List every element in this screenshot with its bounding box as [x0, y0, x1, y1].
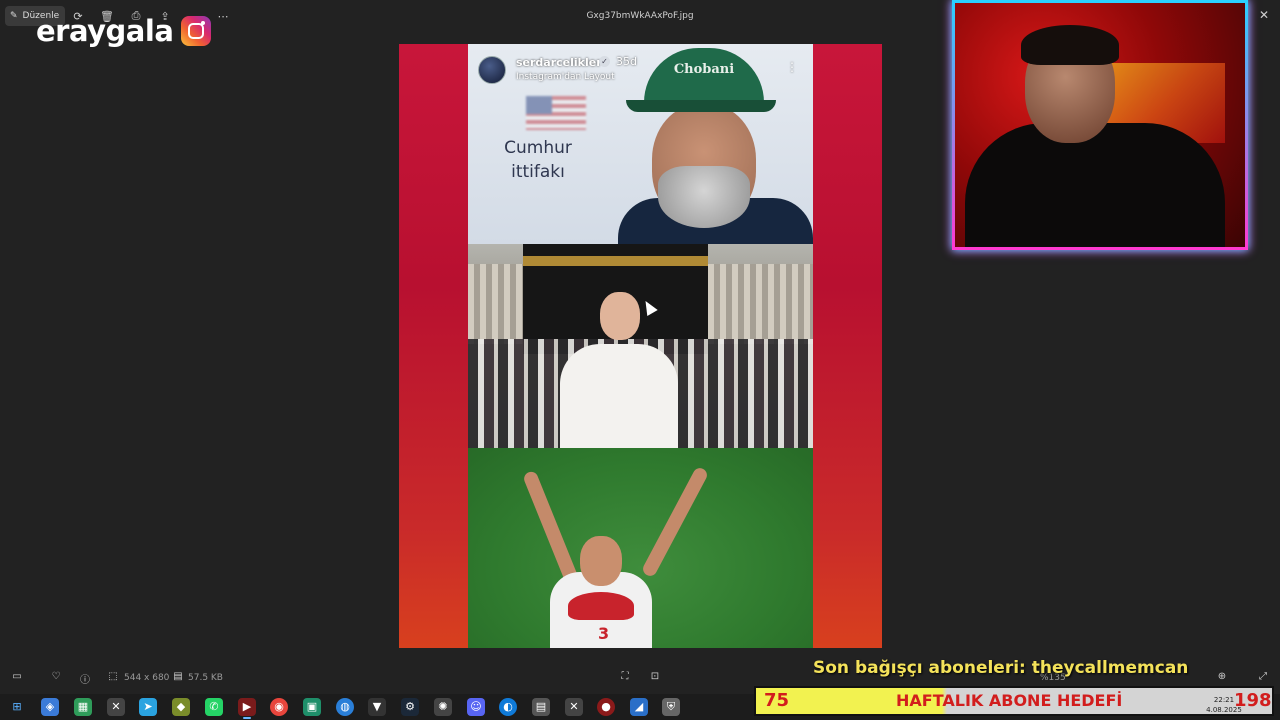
right-arm [640, 465, 710, 579]
fullscreen-icon[interactable]: ⤢ [1256, 671, 1270, 685]
image-dimensions: 544 x 680 [124, 673, 170, 683]
jersey-number: 3 [598, 624, 610, 643]
app-icon-grid[interactable]: ▤ [532, 698, 550, 716]
cap-logo-text: Chobani [673, 62, 735, 77]
chatgpt-icon[interactable]: ✺ [434, 698, 452, 716]
app-icon-x2[interactable]: ✕ [565, 698, 583, 716]
instagram-icon [181, 16, 212, 46]
cap [644, 48, 764, 108]
close-icon[interactable]: ✕ [1257, 8, 1271, 22]
clock-date: 4.08.2025 [1206, 706, 1242, 714]
taskbar-clock[interactable]: 22:21 4.08.2025 [1206, 695, 1242, 715]
copilot-icon[interactable]: ◈ [41, 698, 59, 716]
webcam-overlay [952, 0, 1248, 250]
man-portrait: Chobani [618, 48, 813, 244]
cap-brim [626, 100, 776, 112]
image-canvas[interactable]: Cumhur ittifakı Chobani serdarcelikler ✓… [399, 44, 882, 648]
overlay-caption: Cumhur ittifakı [498, 136, 578, 184]
folder-app-icon[interactable]: ◆ [172, 698, 190, 716]
instagram-post: Cumhur ittifakı Chobani serdarcelikler ✓… [468, 44, 813, 648]
subscriber-goal-bar: 75 HAFTALIK ABONE HEDEFİ 198 [754, 686, 1274, 716]
windows-start-icon[interactable]: ⊞ [8, 698, 26, 716]
fit-screen-icon[interactable]: ⛶ [618, 671, 632, 685]
left-arm [522, 469, 580, 587]
player-head [580, 536, 622, 586]
app-icon-x[interactable]: ✕ [107, 698, 125, 716]
goal-current: 75 [764, 690, 790, 711]
beard [658, 166, 750, 228]
telegram-icon[interactable]: ➤ [139, 698, 157, 716]
zoom-in-icon[interactable]: ⊕ [1215, 671, 1229, 685]
calendar-app-icon[interactable]: ▦ [74, 698, 92, 716]
columns-right [708, 264, 813, 344]
photo-viewer-window: ✎ Düzenle ⟳ 🗑 ⎙ ⇪ ⋯ Gxg37bmWkAAxPoF.jpg … [0, 0, 1280, 720]
browser-icon[interactable]: ◍ [336, 698, 354, 716]
pen-icon: ✎ [10, 11, 18, 21]
app-icon-dark[interactable]: ▼ [368, 698, 386, 716]
last-donor-ticker: Son bağışçı aboneleri: theycallmemcan [813, 658, 1189, 678]
whatsapp-icon[interactable]: ✆ [205, 698, 223, 716]
filmstrip-icon[interactable]: ▭ [10, 671, 24, 685]
viewer-app-icon[interactable]: ▶ [238, 698, 256, 719]
overlay-line-1: Cumhur [504, 138, 572, 158]
pilgrim-head [600, 292, 640, 340]
app-icon-shield[interactable]: ⛨ [662, 698, 680, 716]
obs-icon[interactable]: ● [597, 698, 615, 716]
more-icon[interactable]: ⋯ [215, 8, 231, 24]
chrome-icon[interactable]: ◉ [270, 698, 288, 716]
flag-image [526, 96, 586, 130]
pilgrim [560, 292, 678, 448]
dimensions-icon: ⬚ [108, 671, 118, 682]
favorite-icon[interactable]: ♡ [49, 671, 63, 685]
app-icon-blue[interactable]: ◢ [630, 698, 648, 716]
more-options-icon[interactable]: ⋮ [786, 60, 798, 76]
columns-left [468, 264, 523, 344]
post-subtitle: Instagram'dan Layout [516, 72, 615, 82]
actual-size-icon[interactable]: ⊡ [648, 671, 662, 685]
steam-icon[interactable]: ⚙ [401, 698, 419, 716]
brand-name: eraygala [36, 14, 174, 48]
overlay-line-2: ittifakı [511, 162, 565, 182]
streamer-hair [1021, 25, 1119, 65]
football-photo: 3 [468, 448, 813, 648]
app-icon-green[interactable]: ▣ [303, 698, 321, 716]
discord-icon[interactable]: ☺ [467, 698, 485, 716]
file-name: Gxg37bmWkAAxPoF.jpg [586, 11, 694, 21]
file-size-icon: ▤ [173, 671, 183, 682]
post-age: 35d [616, 55, 637, 68]
ihram [560, 344, 678, 448]
clock-time: 22:21 [1213, 696, 1235, 704]
streamer-brand: eraygala [36, 14, 212, 48]
post-username[interactable]: serdarcelikler [516, 56, 602, 69]
post-top-panel: Cumhur ittifakı Chobani serdarcelikler ✓… [468, 44, 813, 244]
info-icon[interactable]: ⓘ [78, 671, 92, 686]
goal-label: HAFTALIK ABONE HEDEFİ [896, 691, 1123, 710]
file-size: 57.5 KB [188, 673, 223, 683]
kaaba-band [523, 256, 708, 266]
streamer-body [965, 123, 1225, 247]
verified-icon: ✓ [599, 56, 610, 67]
avatar[interactable] [478, 56, 506, 84]
mecca-photo [468, 244, 813, 448]
edge-icon[interactable]: ◐ [499, 698, 517, 716]
